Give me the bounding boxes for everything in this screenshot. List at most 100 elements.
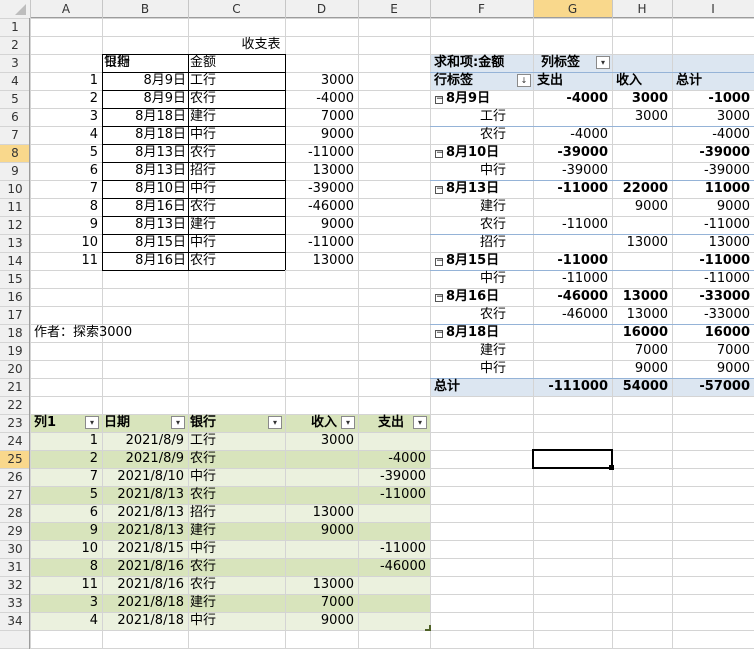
- collapse-icon[interactable]: −: [435, 257, 444, 266]
- row-header-4[interactable]: 4: [0, 72, 30, 90]
- row-header-9[interactable]: 9: [0, 162, 30, 180]
- table-cell-amount: -4000: [316, 91, 354, 106]
- table-cell-amount: -39000: [307, 181, 354, 196]
- row-header-18[interactable]: 18: [0, 324, 30, 342]
- collapse-icon[interactable]: −: [435, 185, 444, 194]
- row-header-17[interactable]: 17: [0, 306, 30, 324]
- table-cell-income: 7000: [320, 595, 354, 610]
- row-header-14[interactable]: 14: [0, 252, 30, 270]
- row-header-22[interactable]: 22: [0, 396, 30, 414]
- row-header-16[interactable]: 16: [0, 288, 30, 306]
- table-cell-income: 9000: [320, 613, 354, 628]
- table-cell-expense: [360, 576, 426, 594]
- row-header-5[interactable]: 5: [0, 90, 30, 108]
- row-header-19[interactable]: 19: [0, 342, 30, 360]
- table-filter-button[interactable]: ▾: [171, 416, 185, 429]
- row-header-15[interactable]: 15: [0, 270, 30, 288]
- row-header-34[interactable]: 34: [0, 612, 30, 630]
- column-header-B[interactable]: B: [102, 0, 188, 18]
- table-cell-amount: 13000: [312, 253, 354, 268]
- column-header-C[interactable]: C: [188, 0, 285, 18]
- row-header-26[interactable]: 26: [0, 468, 30, 486]
- column-header-A[interactable]: A: [30, 0, 102, 18]
- pivot-column-header: 总计: [676, 73, 703, 88]
- row-header-7[interactable]: 7: [0, 126, 30, 144]
- row-header-24[interactable]: 24: [0, 432, 30, 450]
- pivot-total-value: -57000: [699, 379, 750, 394]
- pivot-value: 11000: [704, 181, 750, 196]
- table-row-index: 5: [89, 145, 98, 160]
- row-header-21[interactable]: 21: [0, 378, 30, 396]
- table-row-index: 5: [89, 487, 98, 502]
- collapse-icon[interactable]: −: [435, 329, 444, 338]
- table-cell-income: 13000: [312, 577, 354, 592]
- row-header-12[interactable]: 12: [0, 216, 30, 234]
- column-header-G[interactable]: G: [533, 0, 612, 18]
- row-header-23[interactable]: 23: [0, 414, 30, 432]
- table-resize-handle[interactable]: [425, 625, 431, 631]
- author-note: 作者：探索3000: [34, 325, 133, 340]
- table-filter-button[interactable]: ▾: [85, 416, 99, 429]
- column-label-filter-button[interactable]: ▾: [596, 56, 610, 69]
- collapse-icon[interactable]: −: [435, 293, 444, 302]
- row-header-33[interactable]: 33: [0, 594, 30, 612]
- row-header-1[interactable]: 1: [0, 18, 30, 36]
- table-row-index: 9: [89, 217, 98, 232]
- table-cell-date: 2021/8/18: [117, 595, 184, 610]
- source-header: 银行: [104, 55, 131, 70]
- pivot-value: 13000: [626, 307, 668, 322]
- table-header-2: 日期: [104, 415, 131, 430]
- row-header-20[interactable]: 20: [0, 360, 30, 378]
- row-header-29[interactable]: 29: [0, 522, 30, 540]
- pivot-value: -11000: [699, 253, 750, 268]
- row-header-25[interactable]: 25: [0, 450, 30, 468]
- pivot-value: [533, 360, 608, 378]
- table-cell-amount: 3000: [320, 73, 354, 88]
- row-header-32[interactable]: 32: [0, 576, 30, 594]
- table-filter-button[interactable]: ▾: [413, 416, 427, 429]
- row-header-31[interactable]: 31: [0, 558, 30, 576]
- pivot-value: 7000: [634, 343, 668, 358]
- row-header-3[interactable]: 3: [0, 54, 30, 72]
- pivot-value: -1000: [708, 91, 750, 106]
- pivot-value: -11000: [703, 217, 750, 232]
- pivot-group-label: 8月18日: [446, 325, 500, 340]
- table-cell-income: [287, 450, 354, 468]
- column-header-I[interactable]: I: [672, 0, 754, 18]
- table-cell-date: 8月16日: [135, 199, 186, 214]
- table-cell-bank: 农行: [190, 253, 217, 268]
- table-row-index: 4: [89, 613, 98, 628]
- column-header-F[interactable]: F: [430, 0, 533, 18]
- row-header-8[interactable]: 8: [0, 144, 30, 162]
- row-header-10[interactable]: 10: [0, 180, 30, 198]
- column-header-D[interactable]: D: [285, 0, 358, 18]
- select-all-corner[interactable]: [0, 0, 30, 18]
- collapse-icon[interactable]: −: [435, 95, 444, 104]
- row-header-6[interactable]: 6: [0, 108, 30, 126]
- row-header-30[interactable]: 30: [0, 540, 30, 558]
- row-header-13[interactable]: 13: [0, 234, 30, 252]
- column-header-H[interactable]: H: [612, 0, 672, 18]
- column-header-E[interactable]: E: [358, 0, 430, 18]
- pivot-value: 9000: [716, 199, 750, 214]
- pivot-value: [612, 126, 668, 144]
- pivot-value: 16000: [622, 325, 668, 340]
- pivot-value: -39000: [699, 145, 750, 160]
- pivot-value: -39000: [557, 145, 608, 160]
- row-header-2[interactable]: 2: [0, 36, 30, 54]
- collapse-icon[interactable]: −: [435, 149, 444, 158]
- row-header-11[interactable]: 11: [0, 198, 30, 216]
- row-header-28[interactable]: 28: [0, 504, 30, 522]
- pivot-column-header: 支出: [537, 73, 564, 88]
- pivot-value: -11000: [561, 217, 608, 232]
- row-label-filter-button[interactable]: ↓: [517, 74, 531, 87]
- table-cell-expense: [360, 432, 426, 450]
- table-cell-amount: 13000: [312, 163, 354, 178]
- spreadsheet-grid[interactable]: A B C D E F G H I 1 2 3 4 5 6 7 8 9 10 11 12 13 14 15 16 17 18 19 20…: [0, 0, 754, 649]
- fill-handle[interactable]: [609, 465, 614, 470]
- table-row-index: 10: [81, 541, 98, 556]
- table-filter-button[interactable]: ▾: [268, 416, 282, 429]
- row-header-27[interactable]: 27: [0, 486, 30, 504]
- table-row-index: 11: [81, 253, 98, 268]
- table-filter-button[interactable]: ▾: [341, 416, 355, 429]
